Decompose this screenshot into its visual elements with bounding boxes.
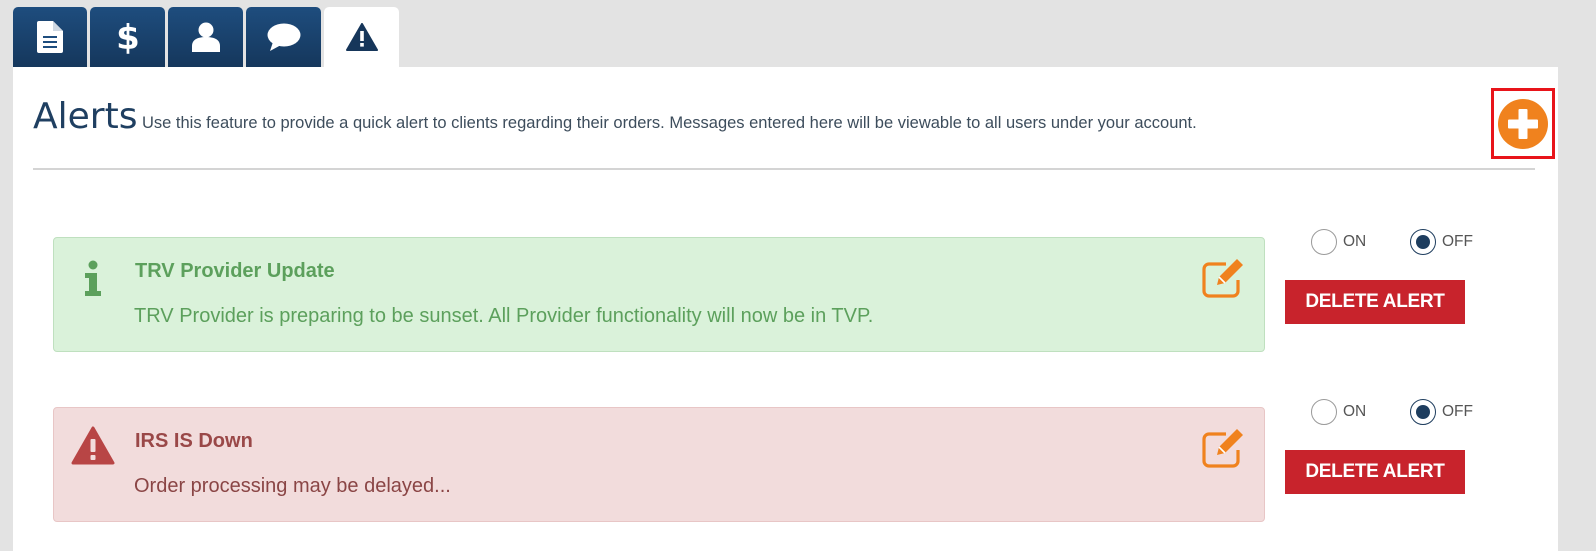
plus-circle-icon xyxy=(1498,98,1548,149)
radio-off-label: OFF xyxy=(1442,403,1473,420)
edit-alert-button[interactable] xyxy=(1202,428,1248,468)
radio-on[interactable]: ON xyxy=(1311,398,1366,426)
radio-on[interactable]: ON xyxy=(1311,228,1366,256)
radio-off[interactable]: OFF xyxy=(1410,228,1473,256)
radio-off-label: OFF xyxy=(1442,233,1473,250)
radio-on-label: ON xyxy=(1343,403,1367,420)
header-divider xyxy=(33,168,1535,170)
alerts-panel: Alerts Use this feature to provide a qui… xyxy=(13,67,1558,551)
tab-messages[interactable] xyxy=(246,7,321,67)
add-alert-button[interactable] xyxy=(1491,88,1555,159)
radio-off[interactable]: OFF xyxy=(1410,398,1473,426)
edit-alert-button[interactable] xyxy=(1202,258,1248,298)
dollar-icon: $ xyxy=(118,19,138,55)
page-title: Alerts xyxy=(33,96,138,137)
alert-message: Order processing may be delayed... xyxy=(134,475,451,497)
page-description: Use this feature to provide a quick aler… xyxy=(142,114,1197,132)
alert-title: IRS IS Down xyxy=(135,430,253,452)
user-icon xyxy=(191,22,220,52)
warning-icon xyxy=(345,23,378,51)
edit-icon xyxy=(1202,259,1243,298)
radio-off-circle[interactable] xyxy=(1410,229,1436,255)
radio-off-circle[interactable] xyxy=(1410,399,1436,425)
info-icon xyxy=(82,260,104,300)
radio-on-circle[interactable] xyxy=(1311,399,1337,425)
svg-text:$: $ xyxy=(118,19,138,55)
alert-card-info: TRV Provider Update TRV Provider is prep… xyxy=(53,237,1265,352)
alert-message: TRV Provider is preparing to be sunset. … xyxy=(134,305,874,327)
delete-alert-button[interactable]: DELETE ALERT xyxy=(1285,450,1465,494)
radio-on-circle[interactable] xyxy=(1311,229,1337,255)
document-icon xyxy=(37,21,63,53)
delete-alert-button[interactable]: DELETE ALERT xyxy=(1285,280,1465,324)
tab-bar: $ xyxy=(13,7,402,67)
warning-icon xyxy=(71,426,115,470)
tab-billing[interactable]: $ xyxy=(90,7,165,67)
tab-alerts[interactable] xyxy=(324,7,399,67)
edit-icon xyxy=(1202,429,1243,468)
alert-title: TRV Provider Update xyxy=(135,260,335,282)
chat-icon xyxy=(267,23,300,51)
tab-documents[interactable] xyxy=(13,7,87,67)
radio-on-label: ON xyxy=(1343,233,1367,250)
alert-card-danger: IRS IS Down Order processing may be dela… xyxy=(53,407,1265,522)
tab-users[interactable] xyxy=(168,7,243,67)
